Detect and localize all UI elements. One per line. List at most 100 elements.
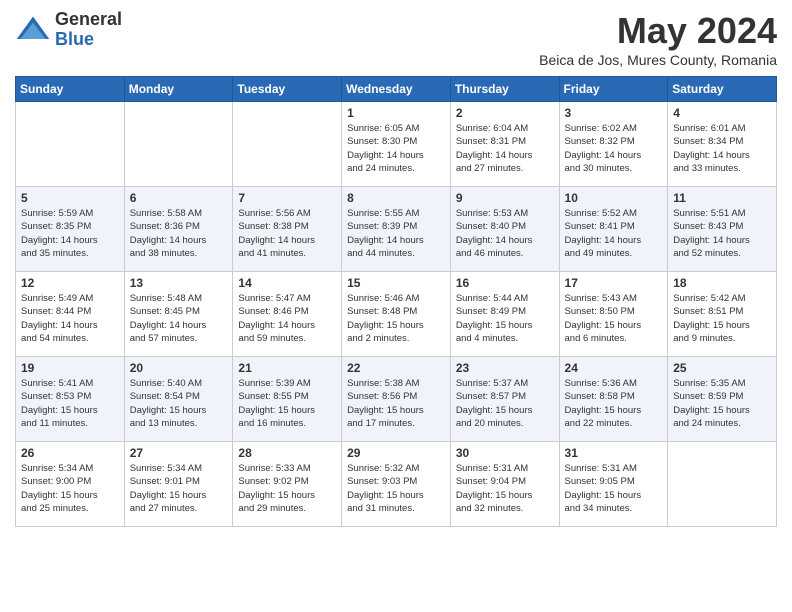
calendar-cell: 9 Sunrise: 5:53 AM Sunset: 8:40 PM Daylig… [450,187,559,272]
day-number: 2 [456,106,554,120]
calendar-cell [124,102,233,187]
weekday-header-tuesday: Tuesday [233,77,342,102]
cell-info: Sunrise: 5:52 AM Sunset: 8:41 PM Dayligh… [565,207,663,260]
cell-info: Sunrise: 5:37 AM Sunset: 8:57 PM Dayligh… [456,377,554,430]
calendar-cell [668,442,777,527]
weekday-header-row: SundayMondayTuesdayWednesdayThursdayFrid… [16,77,777,102]
week-row-1: 1 Sunrise: 6:05 AM Sunset: 8:30 PM Daylig… [16,102,777,187]
cell-info: Sunrise: 5:40 AM Sunset: 8:54 PM Dayligh… [130,377,228,430]
calendar-cell: 17 Sunrise: 5:43 AM Sunset: 8:50 PM Dayli… [559,272,668,357]
day-number: 17 [565,276,663,290]
calendar-cell: 24 Sunrise: 5:36 AM Sunset: 8:58 PM Dayli… [559,357,668,442]
cell-info: Sunrise: 5:35 AM Sunset: 8:59 PM Dayligh… [673,377,771,430]
day-number: 15 [347,276,445,290]
cell-info: Sunrise: 5:31 AM Sunset: 9:05 PM Dayligh… [565,462,663,515]
calendar-cell: 15 Sunrise: 5:46 AM Sunset: 8:48 PM Dayli… [342,272,451,357]
cell-info: Sunrise: 5:33 AM Sunset: 9:02 PM Dayligh… [238,462,336,515]
weekday-header-friday: Friday [559,77,668,102]
day-number: 1 [347,106,445,120]
weekday-header-sunday: Sunday [16,77,125,102]
cell-info: Sunrise: 5:36 AM Sunset: 8:58 PM Dayligh… [565,377,663,430]
cell-info: Sunrise: 5:55 AM Sunset: 8:39 PM Dayligh… [347,207,445,260]
logo-icon [15,12,51,48]
cell-info: Sunrise: 5:46 AM Sunset: 8:48 PM Dayligh… [347,292,445,345]
cell-info: Sunrise: 5:56 AM Sunset: 8:38 PM Dayligh… [238,207,336,260]
cell-info: Sunrise: 5:39 AM Sunset: 8:55 PM Dayligh… [238,377,336,430]
day-number: 11 [673,191,771,205]
calendar-table: SundayMondayTuesdayWednesdayThursdayFrid… [15,76,777,527]
day-number: 22 [347,361,445,375]
cell-info: Sunrise: 5:58 AM Sunset: 8:36 PM Dayligh… [130,207,228,260]
calendar-cell: 29Sunrise: 5:32 AM Sunset: 9:03 PM Dayli… [342,442,451,527]
cell-info: Sunrise: 6:04 AM Sunset: 8:31 PM Dayligh… [456,122,554,175]
day-number: 14 [238,276,336,290]
calendar-cell: 25 Sunrise: 5:35 AM Sunset: 8:59 PM Dayli… [668,357,777,442]
calendar-cell: 23 Sunrise: 5:37 AM Sunset: 8:57 PM Dayli… [450,357,559,442]
cell-info: Sunrise: 6:05 AM Sunset: 8:30 PM Dayligh… [347,122,445,175]
logo-blue-text: Blue [55,30,122,50]
calendar-cell: 11Sunrise: 5:51 AM Sunset: 8:43 PM Dayli… [668,187,777,272]
calendar-cell [16,102,125,187]
weekday-header-monday: Monday [124,77,233,102]
cell-info: Sunrise: 6:02 AM Sunset: 8:32 PM Dayligh… [565,122,663,175]
week-row-3: 12 Sunrise: 5:49 AM Sunset: 8:44 PM Dayli… [16,272,777,357]
day-number: 8 [347,191,445,205]
day-number: 6 [130,191,228,205]
week-row-2: 5 Sunrise: 5:59 AM Sunset: 8:35 PM Daylig… [16,187,777,272]
calendar-cell: 26 Sunrise: 5:34 AM Sunset: 9:00 PM Dayli… [16,442,125,527]
cell-info: Sunrise: 5:44 AM Sunset: 8:49 PM Dayligh… [456,292,554,345]
day-number: 25 [673,361,771,375]
calendar-cell: 7Sunrise: 5:56 AM Sunset: 8:38 PM Daylig… [233,187,342,272]
calendar-cell: 20Sunrise: 5:40 AM Sunset: 8:54 PM Dayli… [124,357,233,442]
day-number: 28 [238,446,336,460]
cell-info: Sunrise: 5:34 AM Sunset: 9:00 PM Dayligh… [21,462,119,515]
day-number: 29 [347,446,445,460]
cell-info: Sunrise: 5:31 AM Sunset: 9:04 PM Dayligh… [456,462,554,515]
calendar-cell: 5 Sunrise: 5:59 AM Sunset: 8:35 PM Daylig… [16,187,125,272]
cell-info: Sunrise: 5:34 AM Sunset: 9:01 PM Dayligh… [130,462,228,515]
day-number: 5 [21,191,119,205]
page-header: General Blue May 2024 Beica de Jos, Mure… [15,10,777,68]
cell-info: Sunrise: 5:59 AM Sunset: 8:35 PM Dayligh… [21,207,119,260]
calendar-cell: 30Sunrise: 5:31 AM Sunset: 9:04 PM Dayli… [450,442,559,527]
cell-info: Sunrise: 5:49 AM Sunset: 8:44 PM Dayligh… [21,292,119,345]
day-number: 9 [456,191,554,205]
calendar-cell: 14 Sunrise: 5:47 AM Sunset: 8:46 PM Dayli… [233,272,342,357]
calendar-cell: 16 Sunrise: 5:44 AM Sunset: 8:49 PM Dayli… [450,272,559,357]
calendar-cell [233,102,342,187]
calendar-cell: 21 Sunrise: 5:39 AM Sunset: 8:55 PM Dayli… [233,357,342,442]
day-number: 31 [565,446,663,460]
cell-info: Sunrise: 5:38 AM Sunset: 8:56 PM Dayligh… [347,377,445,430]
day-number: 26 [21,446,119,460]
calendar-cell: 28 Sunrise: 5:33 AM Sunset: 9:02 PM Dayli… [233,442,342,527]
title-block: May 2024 Beica de Jos, Mures County, Rom… [539,10,777,68]
cell-info: Sunrise: 5:41 AM Sunset: 8:53 PM Dayligh… [21,377,119,430]
cell-info: Sunrise: 6:01 AM Sunset: 8:34 PM Dayligh… [673,122,771,175]
weekday-header-wednesday: Wednesday [342,77,451,102]
day-number: 21 [238,361,336,375]
day-number: 23 [456,361,554,375]
month-title: May 2024 [539,10,777,52]
cell-info: Sunrise: 5:48 AM Sunset: 8:45 PM Dayligh… [130,292,228,345]
location-title: Beica de Jos, Mures County, Romania [539,52,777,68]
cell-info: Sunrise: 5:43 AM Sunset: 8:50 PM Dayligh… [565,292,663,345]
cell-info: Sunrise: 5:53 AM Sunset: 8:40 PM Dayligh… [456,207,554,260]
logo: General Blue [15,10,122,50]
day-number: 13 [130,276,228,290]
week-row-5: 26 Sunrise: 5:34 AM Sunset: 9:00 PM Dayli… [16,442,777,527]
day-number: 4 [673,106,771,120]
day-number: 12 [21,276,119,290]
day-number: 18 [673,276,771,290]
week-row-4: 19 Sunrise: 5:41 AM Sunset: 8:53 PM Dayli… [16,357,777,442]
calendar-cell: 27 Sunrise: 5:34 AM Sunset: 9:01 PM Dayli… [124,442,233,527]
cell-info: Sunrise: 5:47 AM Sunset: 8:46 PM Dayligh… [238,292,336,345]
calendar-cell: 19 Sunrise: 5:41 AM Sunset: 8:53 PM Dayli… [16,357,125,442]
day-number: 3 [565,106,663,120]
day-number: 27 [130,446,228,460]
day-number: 10 [565,191,663,205]
day-number: 19 [21,361,119,375]
calendar-cell: 3 Sunrise: 6:02 AM Sunset: 8:32 PM Daylig… [559,102,668,187]
calendar-cell: 13 Sunrise: 5:48 AM Sunset: 8:45 PM Dayli… [124,272,233,357]
day-number: 16 [456,276,554,290]
day-number: 24 [565,361,663,375]
